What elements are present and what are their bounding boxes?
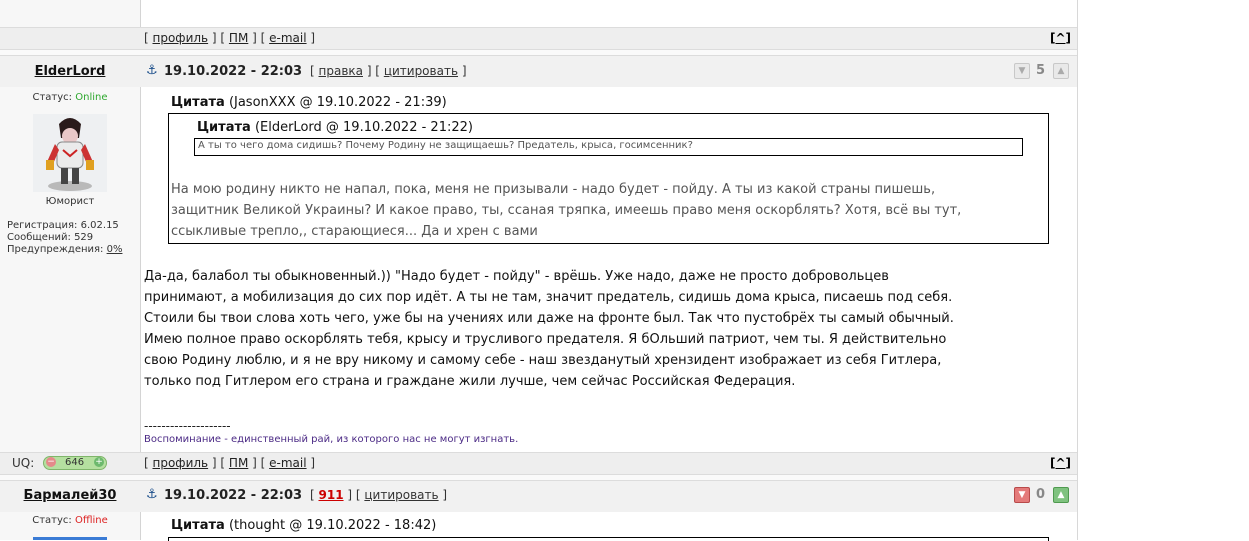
- pm-link[interactable]: ПМ: [229, 456, 248, 470]
- status-label: Статус:: [32, 92, 73, 103]
- warn-value[interactable]: 0%: [107, 244, 123, 255]
- quote-box: [168, 537, 1049, 541]
- reg-date: 6.02.15: [80, 220, 119, 231]
- warn-label: Предупреждения:: [7, 244, 104, 255]
- signature-text: Воспоминание - единственный рай, из кото…: [144, 434, 519, 445]
- uq-minus-icon[interactable]: −: [46, 457, 56, 467]
- quote-link[interactable]: цитировать: [384, 64, 458, 78]
- post-text: Да-да, балабол ты обыкновенный.)) "Надо …: [144, 266, 964, 392]
- status-label: Статус:: [32, 515, 72, 526]
- post-date: 19.10.2022 - 22:03: [164, 488, 303, 503]
- thumbs-up-icon[interactable]: ▲: [1053, 487, 1069, 503]
- quote-line: защитник Великой Украины? И какое право,…: [171, 203, 962, 218]
- post-header: Бармалей30 ⚓ 19.10.2022 - 22:03 [ 911 ] …: [0, 480, 1077, 513]
- post-line: только под Гитлером его страна и граждан…: [144, 374, 796, 389]
- user-stats: Регистрация: 6.02.15 Сообщений: 529 Пред…: [7, 220, 122, 256]
- post-date: 19.10.2022 - 22:03: [164, 64, 303, 79]
- post-line: принимают, а мобилизация до сих пор идёт…: [144, 290, 953, 305]
- uq-plus-icon[interactable]: +: [94, 457, 104, 467]
- inner-quote-meta: (ElderLord @ 19.10.2022 - 21:22): [254, 120, 473, 135]
- forum-thread: [ профиль ] [ ПМ ] [ e-mail ] [^] ElderL…: [0, 0, 1078, 541]
- uq-value: 646: [65, 457, 85, 468]
- user-info-column: Статус: Offline: [0, 512, 141, 540]
- post-line: свою Родину люблю, и я не вру никому и с…: [144, 353, 942, 368]
- quote-meta: (JasonXXX @ 19.10.2022 - 21:39): [228, 95, 447, 110]
- scroll-top-link[interactable]: [^]: [1050, 31, 1071, 45]
- post-score: 5: [1036, 63, 1046, 78]
- scroll-top-label[interactable]: ^: [1055, 31, 1065, 45]
- post-links-bar: UQ: − 646 + [ профиль ] [ ПМ ] [ e-mail …: [0, 452, 1077, 475]
- user-links: [ профиль ] [ ПМ ] [ e-mail ]: [144, 456, 316, 470]
- post-actions: [ 911 ] [ цитировать ]: [310, 488, 448, 502]
- edit-link[interactable]: правка: [319, 64, 364, 78]
- email-link[interactable]: e-mail: [269, 456, 306, 470]
- pm-link[interactable]: ПМ: [229, 31, 248, 45]
- post-line: Стоили бы твои слова хоть чего, уже бы н…: [144, 311, 954, 326]
- scroll-top-label[interactable]: ^: [1055, 456, 1065, 470]
- quote-link[interactable]: цитировать: [364, 488, 438, 502]
- quote-line: ссыкливые трепло,, старающиеся... Да и х…: [171, 224, 538, 239]
- scroll-top-link[interactable]: [^]: [1050, 456, 1071, 470]
- user-status: Статус: Offline: [0, 515, 140, 526]
- uq-label: UQ:: [12, 456, 35, 470]
- inner-quote-box: А ты то чего дома сидишь? Почему Родину …: [194, 138, 1023, 156]
- thumbs-up-icon[interactable]: ▲: [1053, 63, 1069, 79]
- post-header: ElderLord ⚓ 19.10.2022 - 22:03 [ правка …: [0, 55, 1077, 88]
- quote-header: Цитата (JasonXXX @ 19.10.2022 - 21:39): [171, 95, 447, 110]
- post-body: Цитата (thought @ 19.10.2022 - 18:42): [141, 512, 1077, 541]
- email-link[interactable]: e-mail: [269, 31, 306, 45]
- user-links: [ профиль ] [ ПМ ] [ e-mail ]: [144, 31, 316, 45]
- inner-quote-header: Цитата (ElderLord @ 19.10.2022 - 21:22): [197, 120, 473, 135]
- quote-text: На мою родину никто не напал, пока, меня…: [171, 179, 1041, 242]
- quote-label: Цитата: [171, 518, 225, 533]
- post-line: Да-да, балабол ты обыкновенный.)) "Надо …: [144, 269, 889, 284]
- quote-line: На мою родину никто не напал, пока, меня…: [171, 182, 936, 197]
- quote-header: Цитата (thought @ 19.10.2022 - 18:42): [171, 518, 436, 533]
- avatar: [33, 114, 107, 192]
- inner-quote-text: А ты то чего дома сидишь? Почему Родину …: [198, 140, 693, 151]
- signature-divider: --------------------: [144, 419, 231, 433]
- post-line: Имею полное право оскорблять тебя, крысу…: [144, 332, 947, 347]
- msgs-count: 529: [74, 232, 94, 243]
- anchor-icon[interactable]: ⚓: [146, 487, 158, 502]
- inner-quote-label: Цитата: [197, 120, 251, 135]
- thumbs-down-icon[interactable]: ▼: [1014, 487, 1030, 503]
- post-number-link[interactable]: 911: [319, 488, 344, 502]
- user-status: Статус: Online: [0, 92, 140, 103]
- status-offline: Offline: [74, 515, 108, 526]
- quote-meta: (thought @ 19.10.2022 - 18:42): [228, 518, 437, 533]
- uq-badge: − 646 +: [43, 456, 107, 470]
- post-score: 0: [1036, 487, 1046, 502]
- post-actions: [ правка ] [ цитировать ]: [310, 64, 467, 78]
- prev-user-column: [0, 0, 141, 27]
- quote-label: Цитата: [171, 95, 225, 110]
- post-username[interactable]: ElderLord: [0, 64, 140, 79]
- quote-box: Цитата (ElderLord @ 19.10.2022 - 21:22) …: [168, 113, 1049, 244]
- profile-link[interactable]: профиль: [153, 456, 209, 470]
- thumbs-down-icon[interactable]: ▼: [1014, 63, 1030, 79]
- user-title: Юморист: [45, 196, 95, 207]
- reg-label: Регистрация:: [7, 220, 78, 231]
- anchor-icon[interactable]: ⚓: [146, 63, 158, 78]
- status-online: Online: [75, 92, 108, 103]
- post-links-bar: [ профиль ] [ ПМ ] [ e-mail ] [^]: [0, 27, 1077, 50]
- post-username[interactable]: Бармалей30: [0, 488, 140, 503]
- prev-post-body: [141, 0, 1077, 27]
- msgs-label: Сообщений:: [7, 232, 71, 243]
- profile-link[interactable]: профиль: [153, 31, 209, 45]
- user-info-column: Статус: Online Юморист Регистрация: 6.02…: [0, 87, 141, 452]
